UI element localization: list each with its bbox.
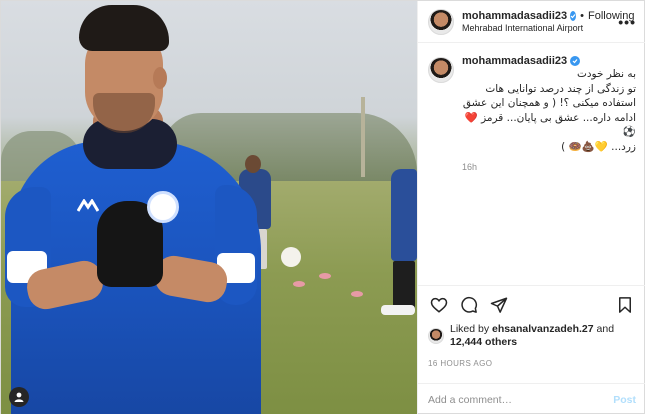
likes-text: Liked by ehsanalvanzadeh.27 and 12,444 o… (450, 323, 614, 349)
training-cone (293, 281, 305, 287)
training-cone (351, 291, 363, 297)
likes-summary: Liked by ehsanalvanzadeh.27 and 12,444 o… (418, 323, 645, 349)
caption-body: mohammadasadii23 به نظر خودت تو زندگی از… (462, 55, 636, 172)
comment-button[interactable] (458, 294, 480, 316)
club-crest (147, 191, 179, 223)
heart-icon (430, 297, 448, 313)
bookmark-icon (619, 296, 631, 313)
background-player-head (245, 155, 261, 173)
football (281, 247, 301, 267)
player-hair (79, 5, 169, 51)
share-icon (490, 297, 508, 313)
background-player-2-shoe (381, 305, 415, 315)
caption-line: زرد... 💛💩🍩 ) (561, 140, 636, 153)
likes-prefix: Liked by (450, 323, 493, 335)
location-link[interactable]: Mehrabad International Airport (462, 23, 618, 33)
floodlight-pole (361, 97, 365, 177)
comment-icon (461, 296, 478, 313)
caption-line: استفاده میکنی ؟! ( و همچنان این عشق (462, 97, 636, 109)
comments-area: mohammadasadii23 به نظر خودت تو زندگی از… (418, 43, 645, 285)
share-button[interactable] (488, 294, 510, 316)
more-options-icon[interactable]: ••• (618, 14, 636, 30)
post-header: mohammadasadii23 • Following Mehrabad In… (418, 1, 645, 43)
background-player-2-legs (393, 261, 415, 311)
avatar[interactable] (428, 57, 454, 83)
header-text: mohammadasadii23 • Following Mehrabad In… (462, 10, 634, 33)
separator-dot: • (580, 10, 585, 22)
verified-badge-icon (570, 56, 581, 66)
caption-text: به نظر خودت تو زندگی از چند درصد توانایی… (462, 67, 636, 154)
caption-username-link[interactable]: mohammadasadii23 (462, 55, 567, 67)
post-comment-button[interactable]: Post (613, 394, 636, 406)
verified-badge-icon (570, 11, 577, 21)
player-ear (153, 67, 167, 89)
background-player-2-body (391, 169, 417, 261)
post-side-panel: mohammadasadii23 • Following Mehrabad In… (417, 1, 645, 414)
caption-line: به نظر خودت (576, 68, 636, 80)
caption-row: mohammadasadii23 به نظر خودت تو زندگی از… (428, 55, 636, 172)
liker-username-link[interactable]: ehsanalvanzadeh.27 (492, 323, 594, 335)
training-cone (319, 273, 331, 279)
likes-middle: and (593, 323, 615, 335)
kit-brand-logo (76, 198, 100, 213)
user-tag-icon[interactable] (9, 387, 29, 407)
action-bar (418, 285, 645, 323)
instagram-post: mohammadasadii23 • Following Mehrabad In… (0, 0, 645, 414)
comment-input[interactable] (428, 393, 614, 406)
like-button[interactable] (428, 294, 450, 316)
likes-count-link[interactable]: 12,444 others (450, 336, 517, 348)
avatar[interactable] (428, 328, 444, 344)
caption-line: ادامه داره... عشق بی پایان... قرمز ❤️⚽ (464, 111, 636, 139)
caption-line: تو زندگی از چند درصد توانایی هات (485, 82, 636, 95)
post-timestamp[interactable]: 16 HOURS AGO (418, 349, 645, 375)
username-link[interactable]: mohammadasadii23 (462, 10, 567, 22)
avatar[interactable] (428, 8, 454, 35)
caption-timestamp[interactable]: 16h (462, 162, 636, 172)
add-comment-bar: Post (418, 383, 645, 414)
save-button[interactable] (614, 294, 636, 316)
post-photo[interactable] (1, 1, 417, 414)
